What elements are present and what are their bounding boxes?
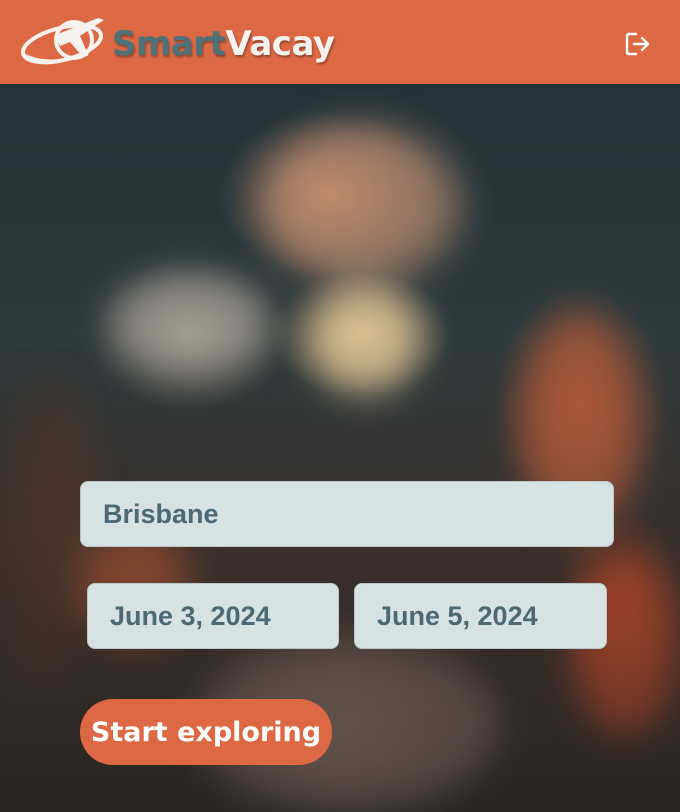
- brand-logo[interactable]: SmartVacay: [18, 10, 335, 70]
- end-date-input[interactable]: [354, 583, 607, 649]
- start-date-input[interactable]: [87, 583, 339, 649]
- brand-name: SmartVacay: [112, 24, 335, 64]
- brand-name-smart: Smart: [112, 24, 226, 64]
- top-bar: SmartVacay: [0, 0, 680, 84]
- app-root: SmartVacay Start exploring: [0, 0, 680, 812]
- start-exploring-button[interactable]: Start exploring: [80, 699, 332, 765]
- plane-globe-icon: [20, 18, 104, 65]
- logout-icon: [625, 32, 650, 56]
- logout-button[interactable]: [624, 30, 652, 58]
- brand-name-vacay: Vacay: [225, 24, 335, 64]
- destination-input[interactable]: [80, 481, 614, 547]
